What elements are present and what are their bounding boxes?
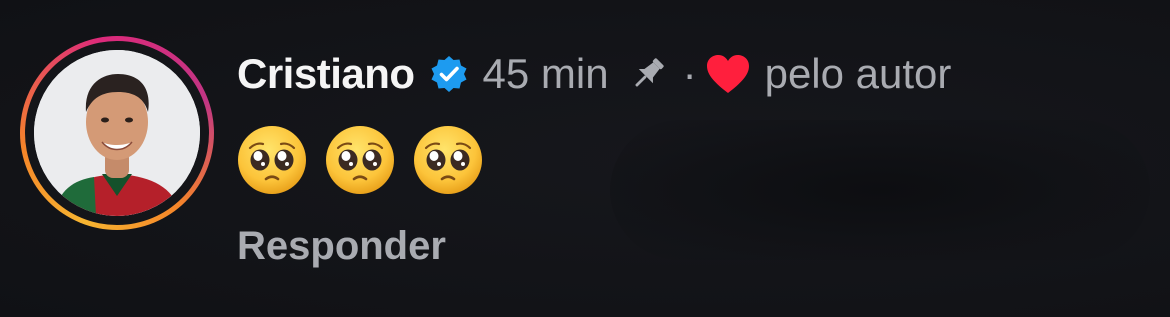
comment-text bbox=[236, 124, 484, 196]
pleading-face-emoji bbox=[238, 126, 306, 194]
username[interactable]: Cristiano bbox=[237, 50, 415, 98]
heart-icon bbox=[706, 55, 749, 93]
reply-button[interactable]: Responder bbox=[237, 224, 446, 269]
liked-by-author-label: pelo autor bbox=[764, 50, 952, 97]
separator-dot: · bbox=[682, 50, 697, 97]
comment-item: Cristiano 45 min · pelo autor Responder bbox=[0, 0, 1170, 317]
pleading-face-emoji bbox=[414, 126, 482, 194]
pleading-face-emoji bbox=[326, 126, 394, 194]
comment-time: 45 min bbox=[482, 50, 609, 97]
pin-icon bbox=[635, 58, 664, 87]
avatar bbox=[34, 50, 200, 216]
obscured-area bbox=[610, 120, 1150, 260]
comment-header: Cristiano 45 min · pelo autor bbox=[237, 42, 951, 106]
story-ring-avatar[interactable] bbox=[20, 36, 214, 230]
avatar-image bbox=[34, 50, 200, 216]
verified-badge-icon bbox=[431, 56, 467, 92]
